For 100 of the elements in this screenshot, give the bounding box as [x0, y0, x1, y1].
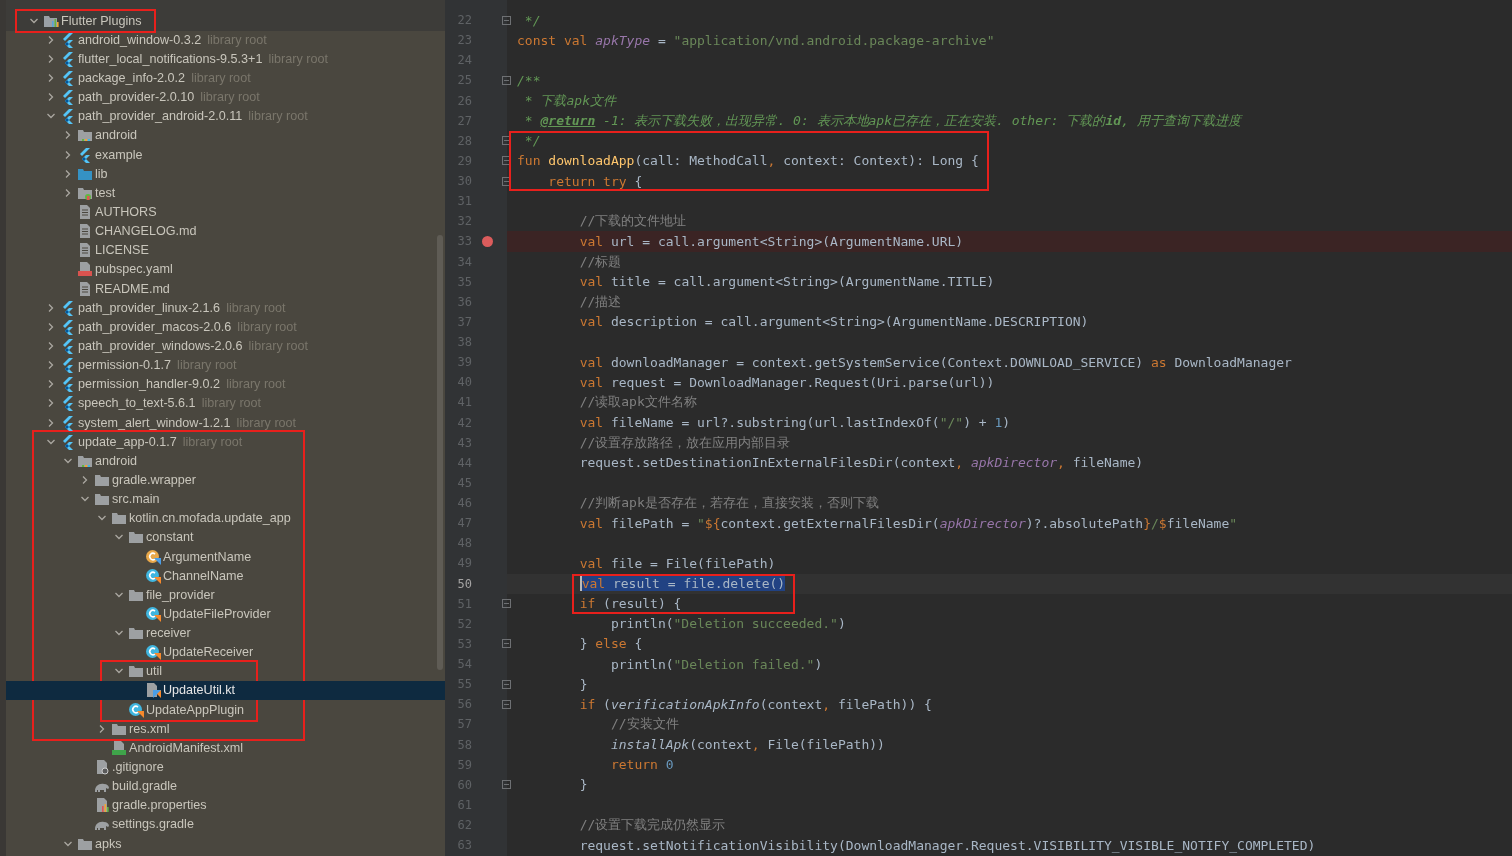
code-line: println("Deletion failed."): [610, 656, 823, 672]
chevron-icon[interactable]: [46, 417, 56, 428]
chevron-icon[interactable]: [63, 168, 73, 179]
tree-item[interactable]: gradle.wrapper: [80, 472, 196, 487]
chevron-icon[interactable]: [63, 130, 73, 141]
code-line: println("Deletion succeeded."): [610, 616, 846, 632]
tree-item[interactable]: pubspec.yaml: [63, 262, 173, 277]
code-line: //设置下载完成仍然显示: [579, 816, 726, 835]
code-line: if (verificationApkInfo(context, filePath)) {: [579, 696, 932, 712]
code-line: val description = call.argument<String>(ArgumentName.DESCRIPTION): [579, 314, 1089, 330]
code-line: * @return -1: 表示下载失败，出现异常. 0: 表示本地apk已存在，正在安装. other: 下载的id, 用于查询下载进度: [524, 111, 1241, 130]
document-icon: [94, 797, 110, 814]
code-line: return try {: [548, 173, 643, 189]
tree-item[interactable]: AUTHORS: [63, 204, 157, 219]
tree-item[interactable]: UpdateReceiver: [131, 645, 254, 660]
chevron-icon[interactable]: [46, 360, 56, 371]
breakpoint-icon[interactable]: [481, 235, 493, 247]
code-line: val request = DownloadManager.Request(Uri.parse(url)): [579, 374, 995, 390]
tree-item[interactable]: src.main: [80, 492, 160, 507]
tree-item[interactable]: file_provider: [114, 587, 215, 602]
tree-item[interactable]: kotlin.cn.mofada.update_app: [97, 511, 291, 526]
chevron-icon[interactable]: [63, 149, 73, 160]
chevron-icon[interactable]: [97, 723, 107, 734]
class-circle-icon: [145, 644, 161, 661]
tree-item[interactable]: ChannelName: [131, 568, 244, 583]
tree-item[interactable]: example: [63, 147, 143, 162]
tree-item[interactable]: apks: [63, 836, 122, 851]
chevron-icon[interactable]: [63, 187, 73, 198]
tree-item[interactable]: UpdateUtil.kt: [131, 683, 236, 698]
code-line: const val apkType = "application/vnd.android.package-archive": [517, 32, 995, 48]
tree-item[interactable]: android: [63, 453, 137, 468]
code-line: //描述: [579, 292, 622, 311]
folder-icon: [77, 127, 93, 144]
fold-marker-icon[interactable]: [502, 599, 511, 609]
tree-item[interactable]: lib: [63, 166, 108, 181]
fold-marker-icon[interactable]: [502, 156, 511, 166]
code-line: fun downloadApp(call: MethodCall, context: Context): Long {: [517, 153, 979, 169]
fold-marker-icon[interactable]: [502, 75, 511, 85]
fold-marker-icon[interactable]: [502, 679, 511, 689]
fold-marker-icon[interactable]: [502, 780, 511, 790]
code-line: val downloadManager = context.getSystemService(Context.DOWNLOAD_SERVICE) as DownloadManager: [579, 354, 1292, 370]
tree-item[interactable]: gradle.properties: [80, 798, 207, 813]
fold-marker-icon[interactable]: [502, 176, 511, 186]
class-circle-icon: [145, 605, 161, 622]
tree-item[interactable]: ArgumentName: [131, 549, 252, 564]
class-circle-icon: [128, 701, 144, 718]
tree-item[interactable]: res.xml: [97, 721, 170, 736]
tree-item[interactable]: build.gradle: [80, 779, 178, 794]
code-line: val filePath = "${context.getExternalFilesDir(apkDirector)?.absolutePath}/$fileName": [579, 515, 1238, 531]
tree-item[interactable]: LICENSE: [63, 243, 149, 258]
tree-item[interactable]: receiver: [114, 626, 191, 641]
chevron-icon[interactable]: [46, 398, 56, 409]
chevron-icon[interactable]: [46, 340, 56, 351]
class-circle-icon: [145, 567, 161, 584]
fold-marker-icon[interactable]: [502, 699, 511, 709]
code-line: if (result) {: [579, 596, 682, 612]
folder-icon: [128, 625, 144, 642]
tree-item[interactable]: constant: [114, 530, 194, 545]
code-line: }: [579, 676, 588, 692]
chevron-icon[interactable]: [46, 379, 56, 390]
fold-marker-icon[interactable]: [502, 639, 511, 649]
tree-item[interactable]: util: [114, 664, 163, 679]
folder-icon: [111, 510, 127, 527]
folder-icon: [94, 491, 110, 508]
code-line: //安装文件: [610, 715, 679, 734]
tree-item[interactable]: .gitignore: [80, 760, 164, 775]
tree-item[interactable]: CHANGELOG.md: [63, 224, 197, 239]
tree-item[interactable]: Flutter Plugins: [29, 13, 142, 28]
tree-item[interactable]: android: [63, 128, 137, 143]
tree-item[interactable]: settings.gradle: [80, 817, 194, 832]
document-icon: [94, 759, 110, 776]
chevron-icon[interactable]: [80, 474, 90, 485]
tree-item[interactable]: README.md: [63, 281, 170, 296]
chevron-icon[interactable]: [46, 34, 56, 45]
code-line: val fileName = url?.substring(url.lastIndexOf("/") + 1): [579, 415, 1011, 431]
chevron-icon[interactable]: [46, 92, 56, 103]
chevron-icon[interactable]: [46, 321, 56, 332]
code-line: //读取apk文件名称: [579, 393, 697, 412]
code-line: */: [524, 12, 541, 28]
fold-marker-icon[interactable]: [502, 136, 511, 146]
fold-marker-icon[interactable]: [502, 15, 511, 25]
chevron-icon[interactable]: [46, 73, 56, 83]
chevron-icon[interactable]: [46, 53, 56, 64]
code-line: val title = call.argument<String>(ArgumentName.TITLE): [579, 274, 995, 290]
tree-item[interactable]: UpdateFileProvider: [131, 606, 271, 621]
code-line: //设置存放路径，放在应用内部目录: [579, 433, 791, 452]
document-icon: [77, 261, 93, 278]
document-icon: [77, 242, 93, 259]
document-icon: [77, 280, 93, 297]
folder-icon: [128, 529, 144, 546]
code-line: /**: [517, 72, 541, 88]
document-icon: [77, 203, 93, 220]
tree-item[interactable]: AndroidManifest.xml: [97, 740, 244, 755]
tree-item[interactable]: UpdateAppPlugin: [114, 702, 245, 717]
document-icon: [77, 223, 93, 240]
document-icon: [111, 739, 127, 756]
code-line: val file = File(filePath): [579, 555, 776, 571]
code-line: //判断apk是否存在，若存在，直接安装，否则下载: [579, 494, 879, 513]
tree-item[interactable]: test: [63, 185, 116, 200]
chevron-icon[interactable]: [46, 302, 56, 313]
